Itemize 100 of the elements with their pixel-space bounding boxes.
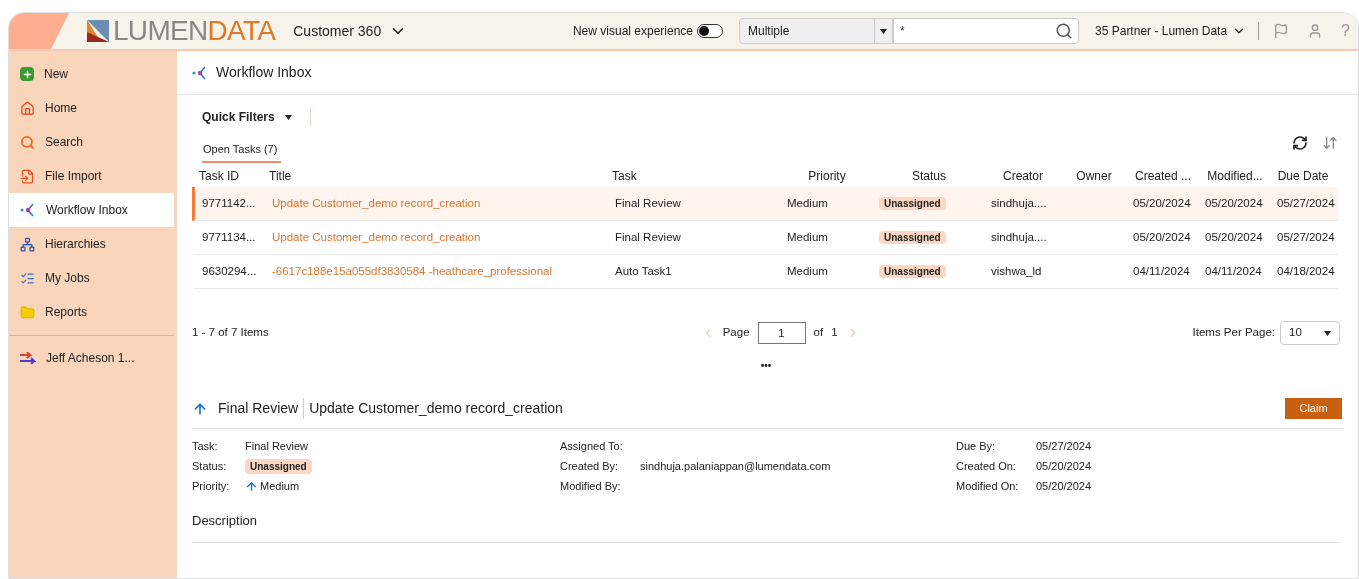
page-of-label: of	[813, 325, 824, 341]
field-value: 05/20/2024	[1036, 459, 1092, 475]
logo-icon	[87, 20, 109, 42]
table-cell: 9771134...	[202, 230, 256, 243]
status-badge: Unassigned	[879, 230, 946, 244]
plus-icon	[20, 67, 34, 81]
status-badge: Unassigned	[879, 196, 946, 210]
table-cell: sindhuja....	[991, 230, 1047, 243]
sidebar-item[interactable]: Reports	[9, 295, 174, 329]
app-menu[interactable]: Customer 360	[293, 20, 408, 42]
column-header[interactable]: Created ...	[1135, 169, 1191, 183]
refresh-icon[interactable]	[1292, 135, 1308, 151]
column-header[interactable]: Modified...	[1207, 169, 1263, 183]
quick-filters-dropdown[interactable]: Quick Filters	[202, 108, 311, 126]
home-icon	[20, 100, 35, 116]
flag-icon[interactable]	[1273, 23, 1290, 39]
workflow-icon	[20, 202, 36, 218]
field-value: Medium	[260, 479, 300, 495]
page-title: Workflow Inbox	[216, 63, 312, 82]
column-header[interactable]: Priority	[808, 169, 846, 183]
claim-button[interactable]: Claim	[1285, 398, 1342, 419]
table-cell: sindhuja....	[991, 196, 1047, 209]
items-per-page-dropdown[interactable]: 10	[1280, 321, 1340, 345]
import-icon	[20, 168, 35, 184]
sidebar-item[interactable]: File Import	[9, 159, 174, 193]
field-value: 05/27/2024	[1036, 439, 1092, 455]
arrow-icon	[20, 352, 36, 364]
table-cell: 04/11/2024	[1205, 264, 1262, 277]
priority-arrow-icon	[245, 480, 258, 493]
table-cell: vishwa_ld	[991, 264, 1042, 277]
field-value: Final Review	[245, 439, 308, 455]
field-label: Modified By:	[560, 479, 622, 495]
column-header[interactable]: Task ID	[199, 169, 239, 183]
table-row[interactable]: 9771134... Update Customer_demo record_creation Final Review Medium Unassigned sindhuja.... 05/20/2024 05/20/2024 05/27/2024	[192, 221, 1338, 255]
field-label: Created On:	[956, 459, 1017, 475]
field-label: Modified On:	[956, 479, 1020, 495]
table-cell: Final Review	[615, 230, 681, 243]
sidebar-item[interactable]: Hierarchies	[9, 227, 174, 261]
column-header[interactable]: Creator	[1003, 169, 1043, 183]
sidebar-item[interactable]: New	[9, 57, 174, 91]
column-header[interactable]: Title	[269, 169, 292, 183]
table-cell: Medium	[787, 230, 828, 243]
accent-stripe	[9, 13, 69, 49]
table-row[interactable]: 9630294... -6617c188e15a055df3830584 -heathcare_professional Auto Task1 Medium Unassigned vishwa_ld 04/11/2024 04/11/2024 04/18/2024	[192, 255, 1338, 289]
field-value: 05/20/2024	[1036, 479, 1092, 495]
caret-icon[interactable]	[880, 28, 887, 34]
field-value: sindhuja.palaniappan@lumendata.com	[640, 459, 831, 475]
column-header[interactable]: Task	[612, 169, 637, 183]
sidebar-item[interactable]: Search	[9, 125, 174, 159]
sidebar-item[interactable]: Home	[9, 91, 174, 125]
table-row[interactable]: 9771142... Update Customer_demo record_creation Final Review Medium Unassigned sindhuja.... 05/20/2024 05/20/2024 05/27/2024	[192, 187, 1338, 221]
column-header[interactable]: Owner	[1076, 169, 1112, 183]
table-cell: 9630294...	[202, 264, 257, 277]
search-icon[interactable]	[1055, 22, 1073, 40]
page-field[interactable]: 1	[757, 322, 806, 344]
field-label: Task:	[192, 439, 219, 455]
toggle-label: New visual experience	[572, 23, 693, 40]
table-cell: Medium	[787, 264, 828, 277]
search-field[interactable]: *	[893, 18, 1079, 44]
logo-text: LUMENDATA	[113, 17, 276, 45]
table-cell: 05/20/2024	[1205, 196, 1263, 209]
hierarchy-icon	[20, 236, 35, 252]
sidebar-item[interactable]: My Jobs	[9, 261, 174, 295]
table-cell: Medium	[787, 196, 828, 209]
table-cell: 05/20/2024	[1133, 196, 1191, 209]
field-label: Status:	[192, 459, 228, 475]
status-badge: Unassigned	[245, 459, 312, 474]
toggle-switch[interactable]	[697, 24, 723, 38]
items-summary: 1 - 7 of 7 Items	[192, 325, 269, 341]
detail-title: Update Customer_demo record_creation	[309, 399, 563, 418]
table-cell: 04/18/2024	[1277, 264, 1335, 277]
sidebar-item[interactable]: Workflow Inbox	[9, 193, 174, 227]
column-header[interactable]: Due Date	[1277, 169, 1329, 183]
column-header[interactable]: Status	[912, 169, 946, 183]
table-cell: 05/27/2024	[1277, 196, 1335, 209]
caret-icon[interactable]	[284, 114, 292, 120]
table-cell: Final Review	[615, 196, 681, 209]
field-label: Created By:	[560, 459, 620, 475]
scope-dropdown[interactable]: Multiple	[739, 18, 893, 44]
field-label: Assigned To:	[560, 439, 624, 455]
page-total: 1	[831, 325, 838, 341]
table-cell: 04/11/2024	[1133, 264, 1190, 277]
caret-icon[interactable]	[1324, 330, 1331, 336]
sort-icon[interactable]	[1322, 135, 1338, 151]
user-item[interactable]: Jeff Acheson 1...	[9, 336, 177, 380]
field-label: Due By:	[956, 439, 997, 455]
tenant-menu[interactable]: 35 Partner - Lumen Data	[1095, 22, 1247, 40]
description-label: Description	[192, 513, 258, 528]
table-cell: 05/20/2024	[1205, 230, 1263, 243]
field-label: Priority:	[192, 479, 231, 495]
tab[interactable]: Open Tasks (7)	[202, 137, 282, 163]
detail-task: Final Review	[218, 398, 305, 419]
page-label: Page	[722, 325, 750, 341]
workflow-icon	[192, 64, 208, 81]
folder-icon	[20, 304, 35, 320]
table-cell: 05/20/2024	[1133, 230, 1191, 243]
more-handle[interactable]: •••	[760, 361, 772, 371]
search-icon	[20, 134, 35, 150]
jobs-icon	[20, 270, 35, 286]
table-cell: Auto Task1	[615, 264, 672, 277]
